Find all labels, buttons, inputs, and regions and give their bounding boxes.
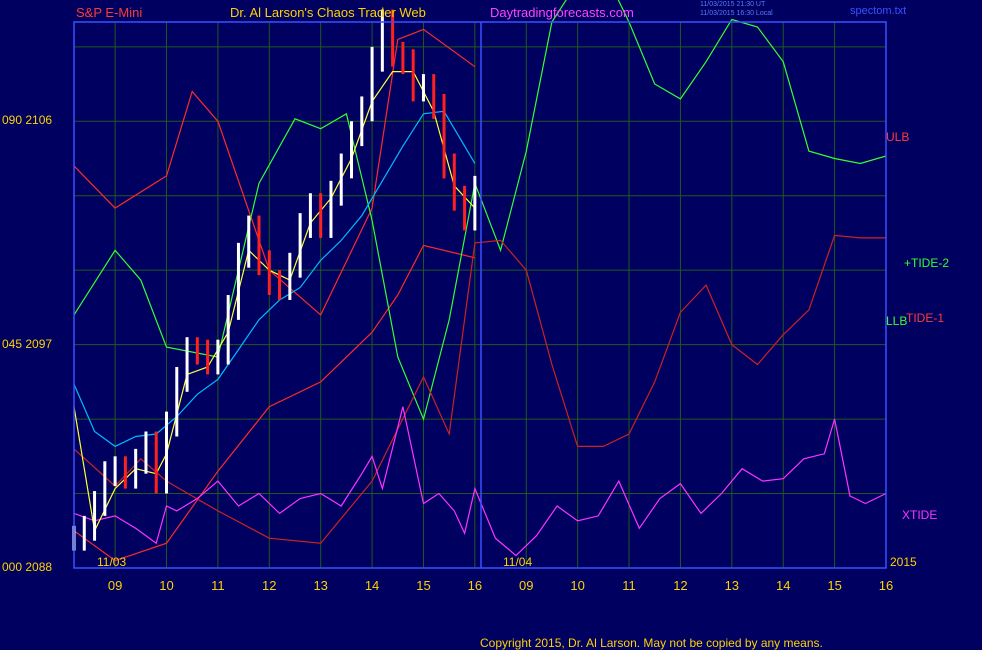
- y-tick-label: 000 2088: [2, 560, 53, 574]
- x-tick-label: 12: [262, 578, 277, 593]
- series-slow-average: [73, 110, 476, 448]
- copyright: Copyright 2015, Dr. Al Larson. May not b…: [480, 636, 823, 650]
- x-tick-label: 09: [519, 578, 534, 593]
- instrument-title: S&P E-Mini: [76, 5, 143, 20]
- x-tick-label: 10: [159, 578, 174, 593]
- llb-label: LLB: [886, 314, 908, 328]
- date-label-day2: 11/04: [503, 555, 533, 569]
- x-tick-label: 10: [570, 578, 585, 593]
- series-llb: [73, 244, 476, 562]
- site-link[interactable]: Daytradingforecasts.com: [490, 5, 634, 20]
- chart-title: Dr. Al Larson's Chaos Trader Web: [230, 5, 426, 20]
- indicator-lines: [73, 0, 887, 562]
- x-tick-label: 16: [878, 578, 894, 593]
- x-tick-label: 13: [313, 578, 328, 593]
- x-tick-label: 09: [107, 578, 123, 593]
- date-label-day1: 11/03: [97, 555, 127, 569]
- chart-canvas: [72, 0, 887, 569]
- x-tick-label: 16: [467, 578, 483, 593]
- plot-frame: [73, 21, 887, 569]
- chart-window: S&P E-Mini Dr. Al Larson's Chaos Trader …: [0, 0, 982, 650]
- x-tick-label: 15: [827, 578, 842, 593]
- y-tick-label: 090 2106: [2, 113, 53, 128]
- year-label: 2015: [890, 555, 917, 569]
- x-tick-label: 15: [416, 578, 431, 593]
- x-tick-label: 14: [364, 578, 380, 593]
- series-tide-1: [73, 234, 886, 544]
- x-tick-label: 13: [724, 578, 740, 593]
- xtide-label: XTIDE: [902, 508, 938, 522]
- x-tick-label: 11: [211, 578, 225, 593]
- tide2-label: +TIDE-2: [904, 256, 950, 270]
- series-xtide: [73, 406, 887, 557]
- timestamp-utc: 11/03/2015 21:30 UT: [700, 1, 766, 8]
- x-tick-label: 11: [622, 578, 636, 593]
- file-name: spectom.txt: [850, 5, 907, 17]
- timestamp-local: 11/03/2015 16:30 Local: [700, 10, 773, 17]
- x-tick-label: 12: [673, 578, 688, 593]
- tide1-label: TIDE-1: [906, 311, 945, 325]
- grid: [74, 22, 887, 569]
- ulb-label: ULB: [886, 130, 910, 144]
- y-tick-label: 045 2097: [2, 336, 53, 351]
- x-tick-label: 14: [775, 578, 791, 593]
